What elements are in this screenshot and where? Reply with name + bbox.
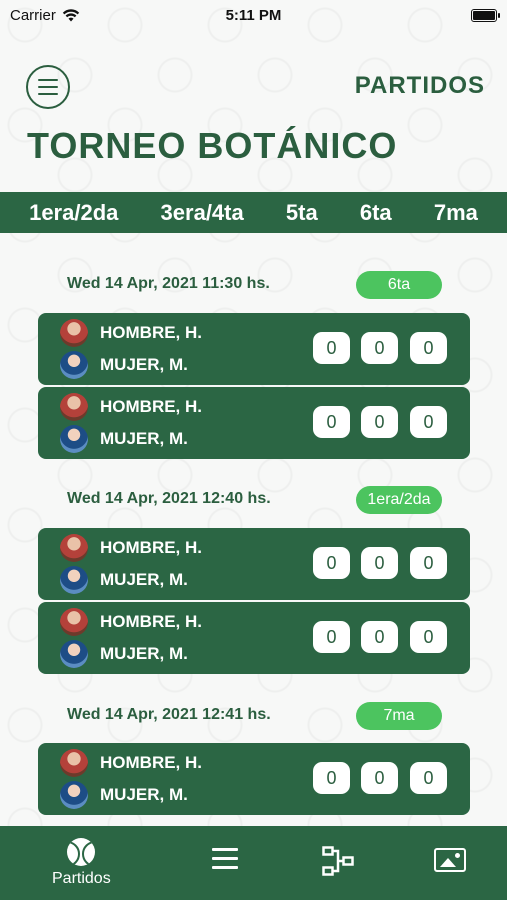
tab-bracket[interactable] [322, 838, 354, 876]
set-score: 0 [313, 332, 350, 364]
set-score: 0 [313, 762, 350, 794]
avatar [60, 640, 88, 668]
match-date: Wed 14 Apr, 2021 12:40 hs. [67, 490, 271, 507]
player-name: HOMBRE, H. [100, 612, 202, 631]
list-icon [212, 848, 238, 869]
set-score: 0 [410, 547, 447, 579]
avatar [60, 319, 88, 347]
set-score: 0 [313, 621, 350, 653]
player-name: MUJER, M. [100, 429, 188, 448]
category-badge: 1era/2da [356, 486, 442, 514]
bracket-icon [322, 846, 354, 876]
category-tab-3era-4ta[interactable]: 3era/4ta [161, 200, 244, 226]
player-row: HOMBRE, H. [60, 532, 202, 564]
status-bar: Carrier 5:11 PM [0, 0, 507, 30]
tab-gallery[interactable] [434, 838, 466, 872]
status-left: Carrier [10, 7, 80, 24]
category-tab-6ta[interactable]: 6ta [360, 200, 392, 226]
avatar [60, 566, 88, 594]
player-name: HOMBRE, H. [100, 538, 202, 557]
player-row: MUJER, M. [60, 564, 188, 596]
set-score: 0 [361, 406, 398, 438]
player-row: MUJER, M. [60, 423, 188, 455]
carrier-label: Carrier [10, 6, 56, 24]
player-name: HOMBRE, H. [100, 753, 202, 772]
player-name: HOMBRE, H. [100, 397, 202, 416]
tab-partidos[interactable]: Partidos [52, 838, 111, 888]
category-badge: 7ma [356, 702, 442, 730]
player-row: MUJER, M. [60, 349, 188, 381]
wifi-icon [62, 8, 80, 21]
set-score: 0 [361, 762, 398, 794]
nav-title: PARTIDOS [354, 72, 485, 99]
category-tab-1era-2da[interactable]: 1era/2da [29, 200, 118, 226]
set-score: 0 [361, 621, 398, 653]
hamburger-menu-icon [38, 79, 58, 81]
page-title: TORNEO BOTÁNICO [27, 125, 398, 166]
set-score: 0 [410, 762, 447, 794]
set-score: 0 [410, 406, 447, 438]
category-tab-7ma[interactable]: 7ma [434, 200, 478, 226]
avatar [60, 781, 88, 809]
tab-bar: Partidos [0, 826, 507, 900]
battery-icon [471, 8, 500, 22]
player-name: MUJER, M. [100, 570, 188, 589]
player-row: MUJER, M. [60, 638, 188, 670]
match-card[interactable]: HOMBRE, H. MUJER, M. 0 0 0 [38, 313, 470, 385]
set-score: 0 [361, 547, 398, 579]
player-row: HOMBRE, H. [60, 606, 202, 638]
match-date: Wed 14 Apr, 2021 11:30 hs. [67, 275, 270, 292]
player-name: MUJER, M. [100, 355, 188, 374]
match-card[interactable]: HOMBRE, H. MUJER, M. 0 0 0 [38, 602, 470, 674]
match-card[interactable]: HOMBRE, H. MUJER, M. 0 0 0 [38, 387, 470, 459]
avatar [60, 608, 88, 636]
player-row: HOMBRE, H. [60, 391, 202, 423]
avatar [60, 351, 88, 379]
player-name: MUJER, M. [100, 644, 188, 663]
player-row: MUJER, M. [60, 779, 188, 811]
player-name: HOMBRE, H. [100, 323, 202, 342]
gallery-icon [434, 848, 466, 872]
tab-list[interactable] [212, 838, 238, 869]
match-date: Wed 14 Apr, 2021 12:41 hs. [67, 706, 271, 723]
set-score: 0 [361, 332, 398, 364]
avatar [60, 393, 88, 421]
category-tab-5ta[interactable]: 5ta [286, 200, 318, 226]
set-score: 0 [313, 406, 350, 438]
avatar [60, 534, 88, 562]
tennis-ball-icon [67, 838, 96, 866]
tab-partidos-label: Partidos [52, 870, 111, 887]
player-name: MUJER, M. [100, 785, 188, 804]
player-row: HOMBRE, H. [60, 747, 202, 779]
match-card[interactable]: HOMBRE, H. MUJER, M. 0 0 0 [38, 743, 470, 815]
category-bar: 1era/2da 3era/4ta 5ta 6ta 7ma [0, 192, 507, 233]
set-score: 0 [410, 621, 447, 653]
avatar [60, 425, 88, 453]
set-score: 0 [313, 547, 350, 579]
set-score: 0 [410, 332, 447, 364]
match-card[interactable]: HOMBRE, H. MUJER, M. 0 0 0 [38, 528, 470, 600]
category-badge: 6ta [356, 271, 442, 299]
avatar [60, 749, 88, 777]
player-row: HOMBRE, H. [60, 317, 202, 349]
menu-button[interactable] [26, 65, 70, 109]
